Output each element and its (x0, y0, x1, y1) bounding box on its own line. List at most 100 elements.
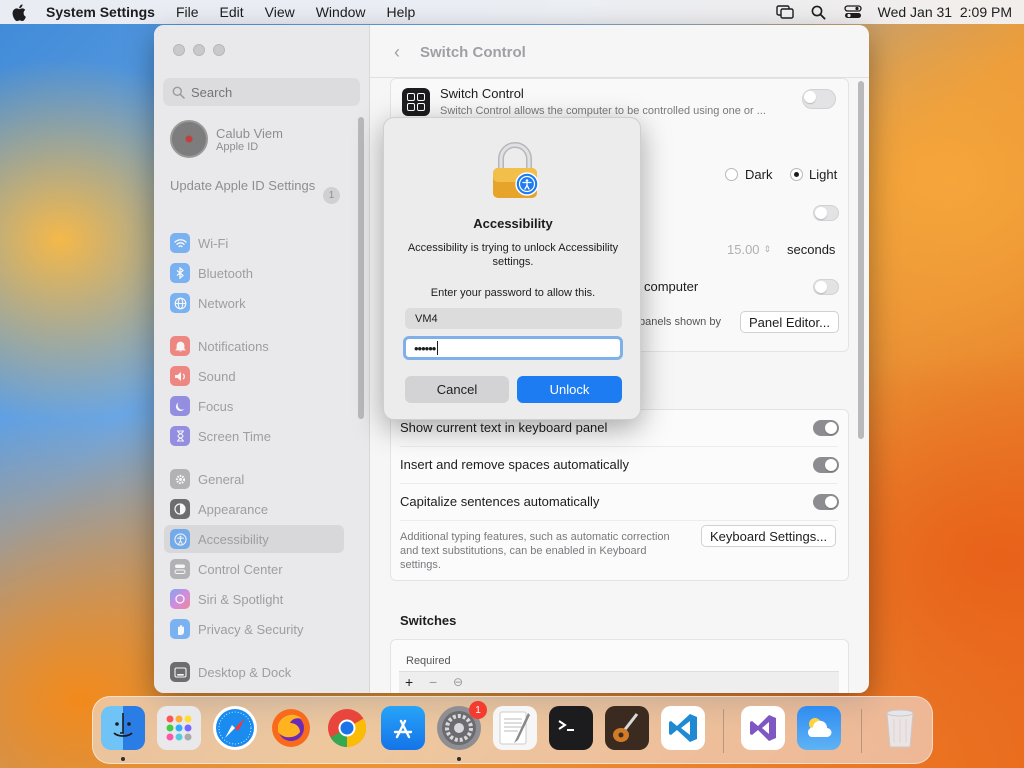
authentication-dialog: Accessibility Accessibility is trying to… (383, 117, 641, 420)
chrome-icon[interactable] (325, 706, 369, 750)
sidebar-item-label: Notifications (198, 338, 269, 354)
gear-icon (170, 469, 190, 489)
typing-features-note: Additional typing features, such as auto… (400, 531, 670, 571)
terminal-icon[interactable] (549, 706, 593, 750)
dark-radio[interactable] (725, 168, 738, 181)
sidebar-scrollbar[interactable] (358, 117, 364, 419)
zoom-window-button[interactable] (213, 44, 225, 56)
sidebar: Calub Viem Apple ID Update Apple ID Sett… (154, 25, 370, 693)
sidebar-item-sound[interactable]: Sound (164, 362, 344, 390)
control-center-icon[interactable] (843, 4, 862, 20)
apple-id-account[interactable]: Calub Viem Apple ID (170, 120, 283, 158)
menu-window[interactable]: Window (316, 4, 366, 20)
sidebar-item-privacy-security[interactable]: Privacy & Security (164, 615, 344, 643)
switch-control-toggle[interactable] (802, 89, 836, 109)
weather-icon[interactable] (797, 706, 841, 750)
vscode-icon[interactable] (661, 706, 705, 750)
update-apple-id-settings[interactable]: Update Apple ID Settings 1 (170, 178, 340, 204)
finder-icon[interactable] (101, 706, 145, 750)
row-divider (400, 483, 838, 484)
search-input[interactable] (191, 84, 351, 100)
close-window-button[interactable] (173, 44, 185, 56)
password-field[interactable]: •••••• (403, 336, 623, 360)
dock: 1 (92, 696, 933, 764)
sidebar-item-label: Bluetooth (198, 265, 253, 281)
safari-icon[interactable] (213, 706, 257, 750)
accessibility-icon (170, 529, 190, 549)
dialog-message: Accessibility is trying to unlock Access… (407, 242, 619, 268)
avatar (170, 120, 208, 158)
sidebar-item-focus[interactable]: Focus (164, 392, 344, 420)
trash-icon[interactable] (878, 706, 922, 750)
page-title: Switch Control (420, 44, 526, 61)
minimize-window-button[interactable] (193, 44, 205, 56)
bell-icon (170, 336, 190, 356)
row-divider (400, 446, 838, 447)
seconds-value[interactable]: 15.00 (727, 242, 760, 257)
sidebar-item-appearance[interactable]: Appearance (164, 495, 344, 523)
sidebar-item-wifi[interactable]: Wi-Fi (164, 229, 344, 257)
add-switch-button[interactable]: + (405, 674, 413, 690)
sidebar-item-label: Screen Time (198, 428, 271, 444)
seconds-label: seconds (787, 242, 836, 257)
sidebar-item-label: Privacy & Security (198, 621, 304, 637)
app-menu-system-settings[interactable]: System Settings (46, 4, 155, 20)
menu-file[interactable]: File (176, 4, 199, 20)
content-scrollbar[interactable] (858, 81, 864, 439)
sidebar-search[interactable] (163, 78, 360, 106)
seconds-stepper[interactable]: 15.00 ⇕ (727, 242, 771, 257)
sidebar-item-label: Appearance (198, 501, 269, 517)
capitalize-sentences-label: Capitalize sentences automatically (400, 494, 600, 509)
menubar-clock[interactable]: Wed Jan 31 2:09 PM (878, 4, 1012, 20)
back-chevron-icon[interactable]: ‹ (394, 42, 400, 63)
apple-menu-icon[interactable] (12, 3, 28, 21)
panel-editor-button[interactable]: Panel Editor... (740, 311, 839, 333)
content-header: ‹ Switch Control (394, 42, 526, 63)
instruments-icon[interactable] (605, 706, 649, 750)
keyboard-settings-button[interactable]: Keyboard Settings... (701, 525, 837, 547)
sidebar-item-siri-spotlight[interactable]: Siri & Spotlight (164, 585, 344, 613)
visual-studio-icon[interactable] (741, 706, 785, 750)
option-toggle-1[interactable] (813, 205, 839, 221)
control-center-icon (170, 559, 190, 579)
menu-bar: System Settings File Edit View Window He… (0, 0, 1024, 24)
textedit-icon[interactable] (493, 706, 537, 750)
remove-switch-button[interactable]: − (429, 674, 437, 690)
sidebar-item-notifications[interactable]: Notifications (164, 332, 344, 360)
dock-separator (861, 709, 862, 753)
sidebar-item-screen-time[interactable]: Screen Time (164, 422, 344, 450)
screen-mirroring-icon[interactable] (775, 4, 794, 20)
launchpad-icon[interactable] (157, 706, 201, 750)
cancel-button[interactable]: Cancel (405, 376, 509, 403)
sidebar-item-desktop-dock[interactable]: Desktop & Dock (164, 658, 344, 686)
computer-label: computer (644, 279, 699, 294)
dock-icon (170, 662, 190, 682)
menu-view[interactable]: View (265, 4, 295, 20)
menu-edit[interactable]: Edit (220, 4, 244, 20)
required-column-header: Required (406, 655, 451, 667)
insert-remove-spaces-toggle[interactable] (813, 457, 839, 473)
dock-separator (723, 709, 724, 753)
app-store-icon[interactable] (381, 706, 425, 750)
sidebar-item-label: Desktop & Dock (198, 664, 292, 680)
sidebar-item-accessibility[interactable]: Accessibility (164, 525, 344, 553)
switch-control-app-icon (402, 88, 430, 116)
option-toggle-2[interactable] (813, 279, 839, 295)
stepper-arrows-icon[interactable]: ⇕ (764, 244, 772, 255)
spotlight-search-icon[interactable] (810, 4, 828, 20)
light-radio[interactable] (790, 168, 803, 181)
capitalize-sentences-toggle[interactable] (813, 494, 839, 510)
unlock-button[interactable]: Unlock (517, 376, 622, 403)
firefox-icon[interactable] (269, 706, 313, 750)
sidebar-item-general[interactable]: General (164, 465, 344, 493)
more-options-icon[interactable]: ⊖ (453, 675, 463, 689)
sidebar-item-control-center[interactable]: Control Center (164, 555, 344, 583)
hourglass-icon (170, 426, 190, 446)
sidebar-item-bluetooth[interactable]: Bluetooth (164, 259, 344, 287)
menu-help[interactable]: Help (387, 4, 416, 20)
switches-list-toolbar: + − ⊖ (399, 671, 839, 693)
sidebar-item-network[interactable]: Network (164, 289, 344, 317)
username-field[interactable]: VM4 (405, 308, 622, 329)
settings-running-indicator (457, 757, 461, 761)
show-current-text-toggle[interactable] (813, 420, 839, 436)
